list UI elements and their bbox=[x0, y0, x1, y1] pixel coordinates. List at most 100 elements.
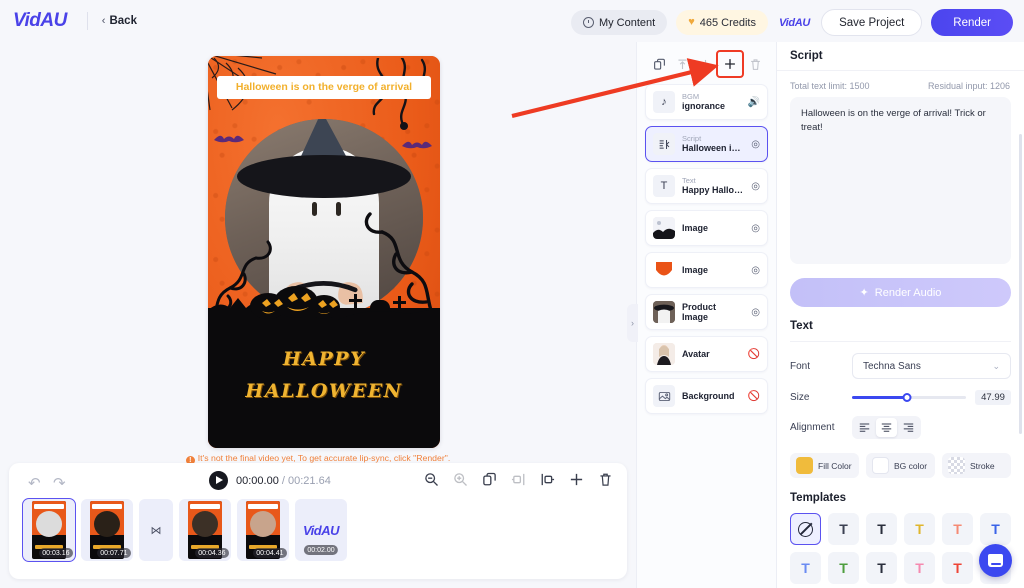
stroke-label: Stroke bbox=[970, 460, 995, 471]
redo-button[interactable]: ↷ bbox=[53, 474, 66, 492]
templates-section-title: Templates bbox=[790, 492, 847, 504]
template-glyph: T bbox=[915, 521, 924, 537]
layer-item-text[interactable]: T Text Happy Hallow… ◎ bbox=[645, 168, 768, 204]
eye-icon[interactable]: ◎ bbox=[751, 265, 760, 276]
add-layer-icon[interactable] bbox=[716, 50, 744, 78]
template-plain[interactable]: T bbox=[828, 513, 859, 545]
layer-item-product-image[interactable]: Product Image ◎ bbox=[645, 294, 768, 330]
layer-name: Avatar bbox=[682, 348, 710, 359]
eye-off-icon[interactable]: 🚫 bbox=[748, 391, 760, 402]
vidau-watermark-toggle[interactable]: VidAU bbox=[777, 17, 812, 29]
template-glyph: T bbox=[953, 521, 962, 537]
bg-color-button[interactable]: BG color bbox=[866, 453, 935, 478]
layer-name: ignorance bbox=[682, 101, 726, 112]
template-none[interactable] bbox=[790, 513, 821, 545]
my-content-button[interactable]: My Content bbox=[570, 10, 668, 35]
eye-icon[interactable]: ◎ bbox=[751, 139, 760, 150]
layer-item-image[interactable]: Image ◎ bbox=[645, 210, 768, 246]
render-audio-button[interactable]: ✦ Render Audio bbox=[790, 278, 1011, 307]
template-blue-bold[interactable]: T bbox=[980, 513, 1011, 545]
template-glyph: T bbox=[953, 560, 962, 576]
template-green-bold[interactable]: T bbox=[828, 552, 859, 584]
font-row: Font Techna Sans ⌄ bbox=[777, 342, 1024, 379]
zoom-out-icon[interactable] bbox=[424, 472, 439, 487]
save-project-button[interactable]: Save Project bbox=[821, 9, 923, 36]
collapse-panel-button[interactable]: › bbox=[627, 304, 638, 342]
slider-knob[interactable] bbox=[902, 393, 912, 402]
duplicate-icon[interactable] bbox=[482, 472, 497, 487]
layer-label-group: Text Happy Hallow… bbox=[682, 175, 745, 196]
timeline-clip[interactable]: 00:04.41 bbox=[237, 499, 289, 561]
add-clip-icon[interactable] bbox=[569, 472, 584, 487]
play-button[interactable] bbox=[209, 471, 228, 490]
layer-kind: Text bbox=[682, 175, 696, 185]
image-thumb-orange bbox=[653, 259, 675, 281]
fill-color-button[interactable]: Fill Color bbox=[790, 453, 859, 478]
color-controls: Fill Color BG color Stroke bbox=[777, 439, 1024, 478]
stroke-button[interactable]: Stroke bbox=[942, 453, 1011, 478]
template-blue-thin[interactable]: T bbox=[790, 552, 821, 584]
top-bar: VidAU ‹ Back My Content ♥ 465 Credits Vi… bbox=[0, 0, 1024, 42]
template-red-bold[interactable]: T bbox=[942, 552, 973, 584]
render-audio-label: Render Audio bbox=[874, 286, 942, 299]
template-glyph: T bbox=[877, 521, 886, 537]
layer-item-image[interactable]: Image ◎ bbox=[645, 252, 768, 288]
credits-button[interactable]: ♥ 465 Credits bbox=[676, 10, 768, 35]
timeline-transition[interactable]: ⋈ bbox=[139, 499, 173, 561]
timeline-clip[interactable]: 00:03.16 bbox=[22, 498, 76, 562]
video-canvas[interactable]: Halloween is on the verge of arrival HAP… bbox=[208, 56, 440, 448]
fill-color-swatch bbox=[796, 457, 813, 474]
template-pink-thin[interactable]: T bbox=[904, 552, 935, 584]
clip-duration: 00:07.71 bbox=[96, 548, 131, 558]
back-button[interactable]: ‹ Back bbox=[102, 15, 137, 27]
align-left-button[interactable] bbox=[854, 418, 875, 437]
alignment-row: Alignment bbox=[777, 405, 1024, 439]
font-select[interactable]: Techna Sans ⌄ bbox=[852, 353, 1011, 379]
align-right-button[interactable] bbox=[898, 418, 919, 437]
size-slider[interactable] bbox=[852, 391, 966, 405]
canvas-headline-line2[interactable]: HALLOWEEN bbox=[208, 380, 440, 402]
layer-name: Happy Hallow… bbox=[682, 185, 745, 196]
font-value: Techna Sans bbox=[863, 360, 921, 372]
chat-support-button[interactable] bbox=[979, 544, 1012, 577]
canvas-headline-line1[interactable]: HAPPY bbox=[208, 348, 440, 370]
panel-scrollbar[interactable] bbox=[1019, 134, 1022, 434]
copy-layer-icon[interactable] bbox=[649, 54, 669, 74]
align-top-icon[interactable] bbox=[672, 54, 692, 74]
zoom-in-icon[interactable] bbox=[453, 472, 468, 487]
eye-icon[interactable]: ◎ bbox=[751, 181, 760, 192]
undo-button[interactable]: ↶ bbox=[28, 474, 41, 492]
template-dark-bold[interactable]: T bbox=[866, 552, 897, 584]
back-label: Back bbox=[109, 15, 137, 27]
split-left-icon[interactable] bbox=[511, 472, 526, 487]
eye-icon[interactable]: ◎ bbox=[751, 223, 760, 234]
render-button[interactable]: Render bbox=[931, 9, 1013, 36]
layer-item-bgm[interactable]: ♪ BGM ignorance 🔊 bbox=[645, 84, 768, 120]
timeline-logo-clip[interactable]: VidAU 00:02.00 bbox=[295, 499, 347, 561]
align-bottom-icon[interactable] bbox=[695, 54, 715, 74]
timeline-clip[interactable]: 00:04.36 bbox=[179, 499, 231, 561]
delete-layer-icon[interactable] bbox=[745, 54, 765, 74]
layer-item-script[interactable]: Script Halloween is … ◎ bbox=[645, 126, 768, 162]
clip-duration: 00:04.41 bbox=[252, 548, 287, 558]
align-center-button[interactable] bbox=[876, 418, 897, 437]
delete-clip-icon[interactable] bbox=[598, 472, 613, 487]
sparkle-icon: ✦ bbox=[859, 287, 869, 299]
timeline-clip[interactable]: 00:07.71 bbox=[81, 499, 133, 561]
speaker-icon[interactable]: 🔊 bbox=[748, 97, 760, 108]
template-bold-dark[interactable]: T bbox=[866, 513, 897, 545]
timeline-toolbar: ↶ ↷ 00:00.00 / 00:21.64 bbox=[9, 463, 627, 499]
chat-bubble-icon bbox=[988, 554, 1003, 567]
layer-item-avatar[interactable]: Avatar 🚫 bbox=[645, 336, 768, 372]
stroke-swatch bbox=[948, 457, 965, 474]
preview-stage: Halloween is on the verge of arrival HAP… bbox=[0, 42, 636, 465]
canvas-title-text[interactable]: Halloween is on the verge of arrival bbox=[217, 76, 431, 99]
split-right-icon[interactable] bbox=[540, 472, 555, 487]
layer-item-background[interactable]: Background 🚫 bbox=[645, 378, 768, 414]
script-textarea[interactable]: Halloween is on the verge of arrival! Tr… bbox=[790, 97, 1011, 264]
bg-color-label: BG color bbox=[894, 460, 928, 471]
template-coral-thin[interactable]: T bbox=[942, 513, 973, 545]
eye-icon[interactable]: ◎ bbox=[751, 307, 760, 318]
template-yellow-outline[interactable]: T bbox=[904, 513, 935, 545]
eye-off-icon[interactable]: 🚫 bbox=[748, 349, 760, 360]
